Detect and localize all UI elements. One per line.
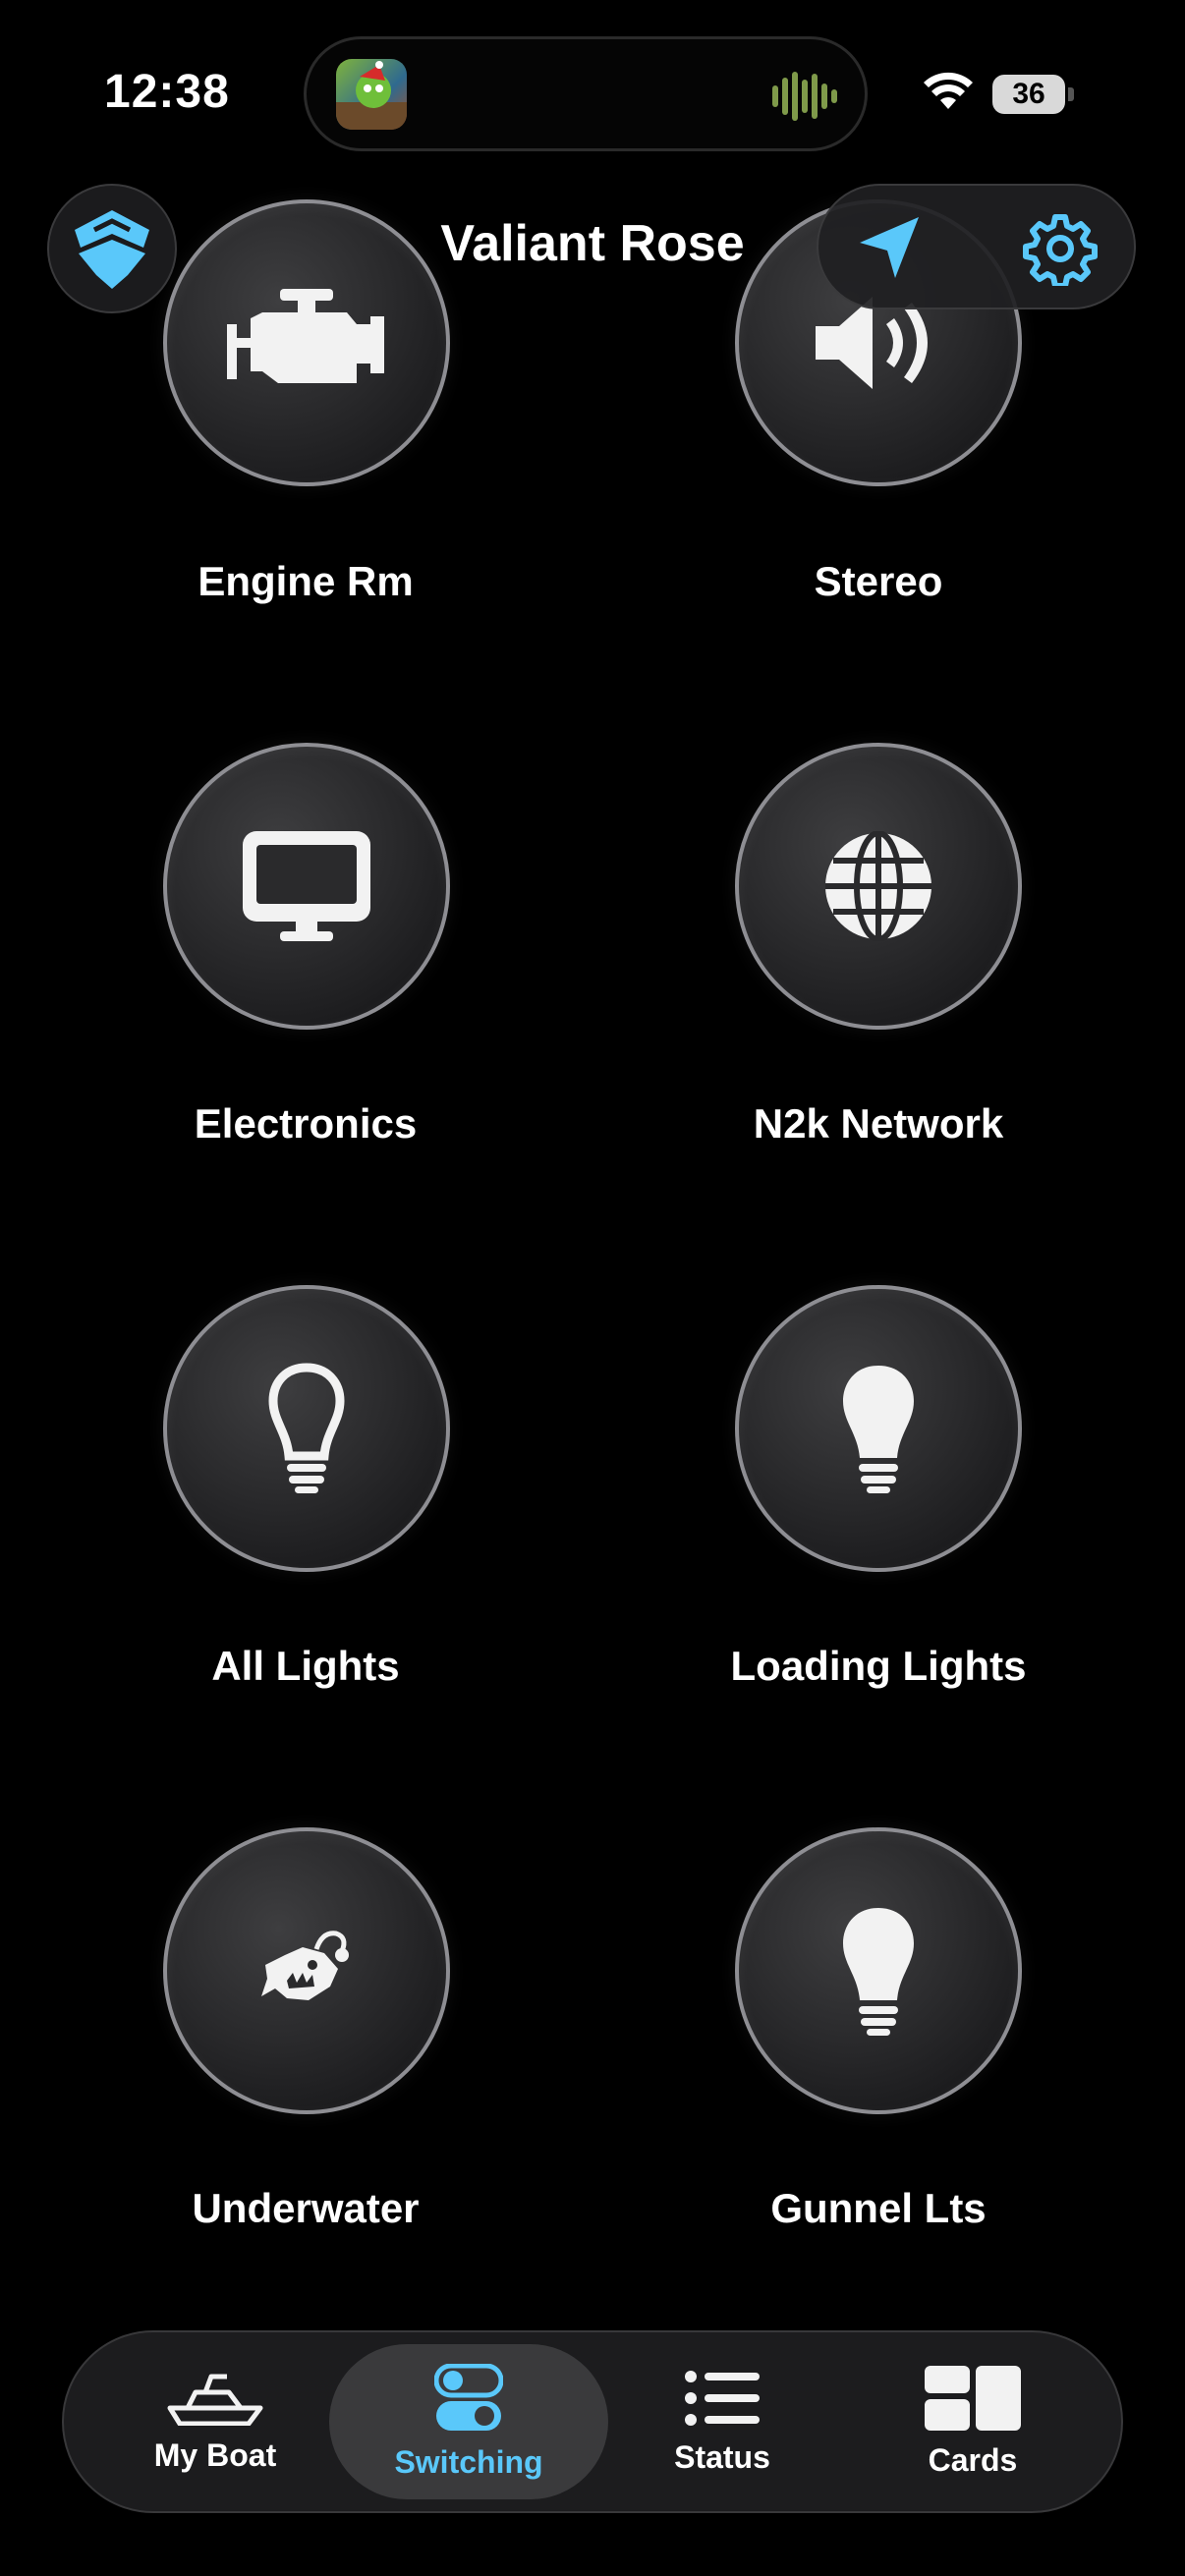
tab-bar: My Boat Switching Status Cards	[62, 2330, 1123, 2513]
boat-icon	[167, 2374, 263, 2426]
anglerfish-icon	[261, 1931, 349, 2000]
engine-icon	[227, 289, 384, 383]
grid-label: Gunnel Lts	[770, 2185, 987, 2231]
grid-label: Stereo	[814, 558, 943, 604]
electronics-button[interactable]	[163, 743, 450, 1030]
battery-indicator: 36	[992, 75, 1065, 114]
lightbulb-outline-icon	[268, 1363, 345, 1493]
tab-my-boat[interactable]: My Boat	[87, 2344, 343, 2499]
lightbulb-icon	[843, 1366, 914, 1493]
list-icon	[685, 2370, 760, 2426]
loading-lights-button[interactable]	[735, 1285, 1022, 1572]
grid-label: Underwater	[192, 2185, 420, 2231]
wifi-icon	[924, 72, 973, 114]
now-playing-app-icon	[336, 59, 407, 130]
tab-cards[interactable]: Cards	[845, 2344, 1100, 2499]
grid-label: Engine Rm	[198, 558, 414, 604]
tab-label: Status	[674, 2438, 770, 2475]
tab-label: Cards	[928, 2441, 1018, 2478]
grid-label: Loading Lights	[730, 1643, 1027, 1689]
audio-waveform-icon	[772, 72, 837, 126]
settings-button[interactable]	[1021, 209, 1100, 288]
tab-label: My Boat	[153, 2436, 277, 2473]
header-action-pill	[817, 184, 1136, 309]
grid-label: All Lights	[211, 1643, 400, 1689]
globe-icon	[825, 831, 931, 941]
tab-switching[interactable]: Switching	[329, 2344, 608, 2499]
n2k-network-button[interactable]	[735, 743, 1022, 1030]
dynamic-island[interactable]	[304, 36, 868, 151]
lightbulb-icon	[843, 1908, 914, 2036]
tab-status[interactable]: Status	[594, 2344, 850, 2499]
monitor-icon	[243, 831, 370, 941]
grid-label: N2k Network	[753, 1100, 1004, 1147]
location-arrow-icon	[860, 217, 919, 278]
cards-grid-icon	[925, 2365, 1021, 2431]
underwater-button[interactable]	[163, 1827, 450, 2114]
location-button[interactable]	[850, 209, 929, 288]
toggle-switches-icon	[434, 2363, 503, 2431]
gear-icon	[1023, 214, 1098, 286]
status-time: 12:38	[104, 66, 230, 118]
all-lights-button[interactable]	[163, 1285, 450, 1572]
gunnel-lights-button[interactable]	[735, 1827, 1022, 2114]
grid-label: Electronics	[194, 1100, 418, 1147]
tab-label: Switching	[394, 2443, 543, 2480]
battery-tip	[1068, 87, 1074, 101]
